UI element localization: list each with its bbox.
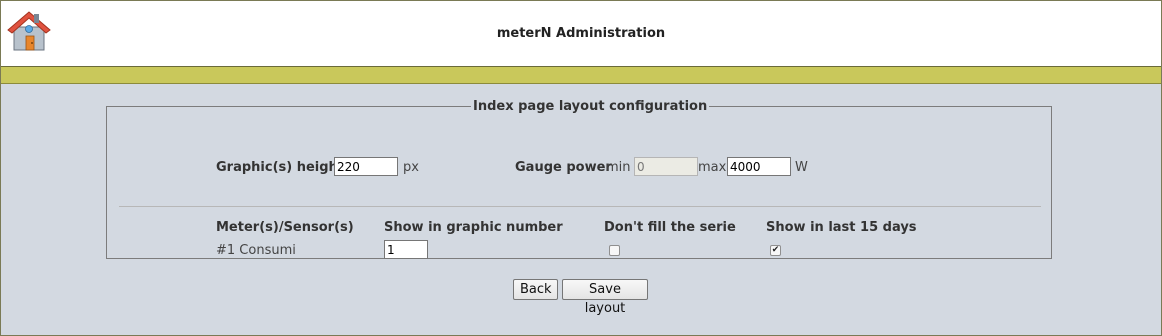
graphic-height-label: Graphic(s) height <box>216 160 345 175</box>
dont-fill-checkbox[interactable] <box>609 245 620 256</box>
gauge-max-label: max <box>698 160 727 175</box>
gauge-max-input[interactable] <box>727 157 791 176</box>
divider <box>119 206 1041 207</box>
column-header-graphic-number: Show in graphic number <box>384 220 563 235</box>
meter-name: #1 Consumi <box>216 243 296 258</box>
graphic-number-input[interactable] <box>384 240 428 259</box>
header: meterN Administration <box>1 1 1161 67</box>
gauge-min-label: min <box>606 160 631 175</box>
column-header-last-15-days: Show in last 15 days <box>766 220 917 235</box>
gauge-power-label: Gauge power <box>515 160 612 175</box>
back-button[interactable]: Back <box>513 279 558 300</box>
last-15-days-checkbox[interactable]: ✔ <box>770 245 781 256</box>
column-header-dont-fill: Don't fill the serie <box>604 220 736 235</box>
layout-config-fieldset: Index page layout configuration Graphic(… <box>106 99 1052 259</box>
page-title: meterN Administration <box>496 26 666 41</box>
save-layout-button[interactable]: Save layout <box>562 279 648 316</box>
graphic-height-input[interactable] <box>334 157 398 176</box>
fieldset-legend: Index page layout configuration <box>473 99 708 114</box>
page-frame: meterN Administration Index page layout … <box>0 0 1162 336</box>
column-header-meter: Meter(s)/Sensor(s) <box>216 220 354 235</box>
header-band <box>1 67 1161 84</box>
gauge-min-input[interactable] <box>634 157 698 176</box>
gauge-unit: W <box>795 160 808 175</box>
graphic-height-unit: px <box>403 160 419 175</box>
